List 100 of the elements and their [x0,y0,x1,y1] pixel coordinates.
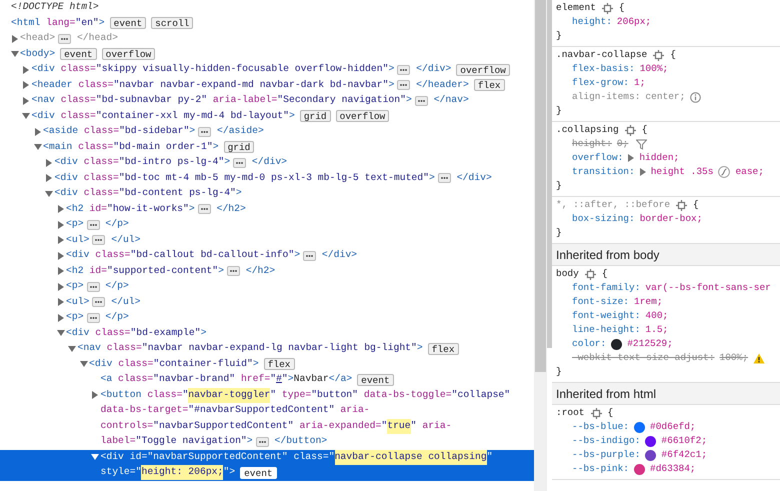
collapsed-arrow-icon[interactable] [58,236,64,244]
expanded-arrow-icon[interactable] [45,190,53,197]
property-name[interactable]: flex-grow: [572,76,630,90]
scrollbar-thumb[interactable] [547,0,552,348]
rule-options-icon[interactable] [676,200,688,210]
rule-options-icon[interactable] [653,50,664,60]
property-name[interactable]: box-sizing: [572,212,635,226]
dom-node-row[interactable]: <p> </p> [0,217,534,232]
collapsed-arrow-icon[interactable] [23,66,29,74]
dom-node-row[interactable]: <header class="navbar navbar-expand-md navbar-dark bd-navbar"> </header> flex [0,78,534,93]
expanded-arrow-icon[interactable] [56,330,64,336]
property-value[interactable]: 100%; [640,62,668,76]
collapsed-arrow-icon[interactable] [46,174,52,182]
property-name[interactable]: --bs-purple: [572,448,640,462]
dom-node-row[interactable]: <div class="container-fluid"> flex [0,356,534,372]
color-swatch[interactable] [645,450,656,460]
collapsed-arrow-icon[interactable] [58,220,64,229]
node-badge[interactable]: event [240,466,277,479]
dom-node-row[interactable]: <h2 id="supported-content"> </h2> [0,264,534,279]
expand-button[interactable] [198,126,212,137]
collapsed-arrow-icon[interactable] [34,128,40,136]
expand-button[interactable] [438,173,451,184]
collapsed-arrow-icon[interactable] [58,282,64,291]
dom-node-row[interactable]: <div class="container-xxl my-md-4 bd-layout"> grid overflow [0,108,534,124]
dom-node-row[interactable]: <div class="skippy visually-hidden-focusable overflow-hidden"> </div> overflow [0,62,534,78]
property-value[interactable]: #d63384; [650,462,696,476]
expanded-arrow-icon[interactable] [10,51,18,58]
collapsed-arrow-icon[interactable] [12,34,18,43]
collapsed-arrow-icon[interactable] [23,96,29,105]
property-name[interactable]: -webkit-text-size-adjust: [572,350,715,366]
property-name[interactable]: color: [572,336,606,352]
dom-node-row[interactable]: <ul> </ul> [0,232,534,248]
collapsed-arrow-icon[interactable] [92,391,98,400]
rule-options-icon[interactable] [584,268,596,280]
expand-button[interactable] [397,80,410,90]
node-badge[interactable]: flex [264,358,295,370]
expanded-arrow-icon[interactable] [91,454,99,460]
color-swatch[interactable] [611,338,622,350]
property-value[interactable]: 400; [645,308,668,324]
filter-icon[interactable] [636,138,648,150]
dom-node-row[interactable]: <body> event overflow [0,46,534,62]
expand-button[interactable] [233,158,246,168]
node-badge[interactable]: overflow [456,64,510,76]
dom-node-row[interactable]: <nav class="bd-subnavbar py-2" aria-label="Secondary navigation"> </nav> [0,93,534,108]
expand-arrow-icon[interactable] [640,168,646,176]
expand-button[interactable] [256,436,269,447]
node-badge[interactable]: event [110,17,146,30]
node-badge[interactable]: overflow [102,48,156,60]
expanded-arrow-icon[interactable] [34,144,42,150]
css-selector[interactable]: .navbar-collapse [556,48,648,62]
expanded-arrow-icon[interactable] [22,113,30,120]
dom-node-row[interactable]: <head> </head> [0,31,534,46]
property-name[interactable]: --bs-blue: [572,420,630,434]
collapsed-arrow-icon[interactable] [58,252,64,260]
property-name[interactable]: transition: [572,164,635,180]
css-selector[interactable]: :root [556,406,585,420]
collapsed-arrow-icon[interactable] [58,267,64,276]
node-badge[interactable]: event [60,48,97,60]
color-swatch[interactable] [634,422,646,432]
dom-node-row[interactable]: <div class="bd-callout bd-callout-info"> </div> [0,248,534,264]
expanded-arrow-icon[interactable] [68,346,76,352]
rule-options-icon[interactable] [602,2,613,14]
property-value[interactable]: #212529; [627,336,673,352]
collapsed-arrow-icon[interactable] [46,158,52,167]
easing-curve-icon[interactable] [718,166,730,178]
color-swatch[interactable] [634,464,646,474]
dom-node-row[interactable]: <!DOCTYPE html> [0,0,534,16]
property-value[interactable]: 206px; [616,14,652,30]
property-name[interactable]: align-items: [572,90,640,104]
property-value[interactable]: ease; [735,164,764,180]
dom-node-row[interactable]: <html lang="en"> event scroll [0,16,534,31]
node-badge[interactable]: overflow [336,110,390,122]
dom-node-row[interactable]: <div class="bd-content ps-lg-4"> [0,186,534,202]
dom-node-row[interactable]: <ul> </ul> [0,294,534,310]
dom-node-row[interactable]: <h2 id="how-it-works"> </h2> [0,202,534,217]
scrollbar[interactable] [534,0,547,491]
property-value[interactable]: border-box; [640,212,702,226]
property-name[interactable]: --bs-indigo: [572,434,640,448]
expand-button[interactable] [92,235,106,246]
expand-button[interactable] [397,64,410,75]
dom-node-row[interactable]: <div class="bd-toc mt-4 mb-5 my-md-0 ps-xl-3 mb-lg-5 text-muted"> </div> [0,170,534,186]
expand-button[interactable] [303,250,316,261]
node-badge[interactable]: grid [300,110,331,122]
property-value[interactable]: hidden; [639,150,680,166]
property-value[interactable]: #0d6efd; [650,420,696,434]
property-name[interactable]: overflow: [572,150,624,166]
collapsed-arrow-icon[interactable] [58,205,64,214]
scrollbar-thumb[interactable] [535,0,546,372]
property-name[interactable]: font-family: [572,280,640,296]
warning-icon[interactable] [753,352,766,364]
expand-button[interactable] [227,266,240,276]
property-value[interactable]: 1rem; [634,294,663,310]
dom-node-row[interactable]: <div class="bd-example"> [0,326,534,341]
property-value[interactable]: center; [645,90,686,104]
expanded-arrow-icon[interactable] [80,361,88,368]
expand-button[interactable] [198,204,211,214]
dom-node-row[interactable]: <main class="bd-main order-1"> grid [0,140,534,155]
expand-button[interactable] [414,96,428,106]
node-badge[interactable]: scroll [151,17,194,30]
collapsed-arrow-icon[interactable] [58,314,64,322]
